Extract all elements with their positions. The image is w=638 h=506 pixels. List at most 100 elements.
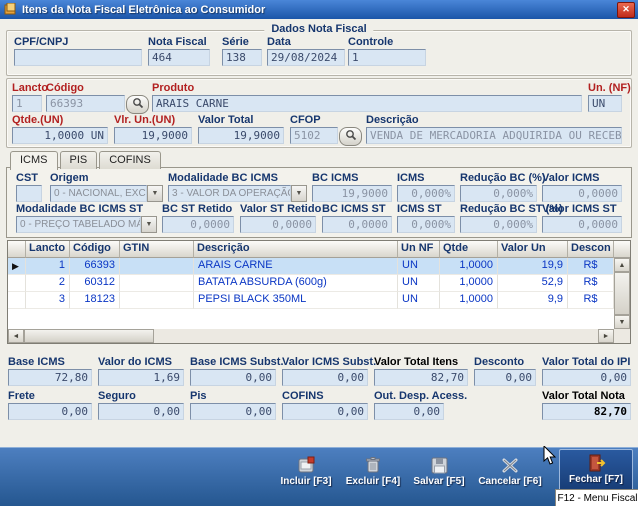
controle-input[interactable]: 1	[348, 49, 426, 66]
close-button[interactable]: ✕	[617, 2, 635, 18]
col-codigo[interactable]: Código	[70, 241, 120, 258]
base-icms-subst-input[interactable]: 0,00	[190, 369, 276, 386]
field-icms-st: ICMS ST 0,000%	[397, 203, 455, 233]
bc-st-retido-input[interactable]: 0,0000	[162, 216, 234, 233]
col-desconto[interactable]: Descon	[568, 241, 614, 258]
field-label: CST	[16, 172, 38, 184]
produto-input[interactable]: ARAIS CARNE	[152, 95, 582, 112]
cell-valor-un: 9,9	[498, 292, 568, 309]
scroll-right-icon[interactable]: ►	[598, 329, 614, 343]
desconto-input[interactable]: 0,00	[474, 369, 536, 386]
tab-icms[interactable]: ICMS	[10, 151, 58, 170]
qtde-input[interactable]: 1,0000 UN	[12, 127, 108, 144]
cell-un-nf: UN	[398, 275, 440, 292]
col-un-nf[interactable]: Un NF	[398, 241, 440, 258]
cell-desconto: R$	[568, 292, 614, 309]
valor-icms-subst-input[interactable]: 0,00	[282, 369, 368, 386]
table-row[interactable]: 3 18123 PEPSI BLACK 350ML UN 1,0000 9,9 …	[8, 292, 614, 309]
cofins-input[interactable]: 0,00	[282, 403, 368, 420]
pis-input[interactable]: 0,00	[190, 403, 276, 420]
cell-descricao: ARAIS CARNE	[194, 258, 398, 275]
data-input[interactable]: 29/08/2024	[267, 49, 345, 66]
salvar-button[interactable]: Salvar [F5]	[407, 452, 471, 487]
codigo-search-button[interactable]	[126, 95, 149, 114]
frete-input[interactable]: 0,00	[8, 403, 92, 420]
icms-input[interactable]: 0,000%	[397, 185, 455, 202]
col-gtin[interactable]: GTIN	[120, 241, 194, 258]
out-desp-acess-input[interactable]: 0,00	[374, 403, 444, 420]
nota-fiscal-input[interactable]: 464	[148, 49, 210, 66]
field-label: Vlr. Un.(UN)	[114, 114, 176, 126]
vertical-scrollbar[interactable]: ▲ ▼	[614, 258, 630, 329]
col-qtde[interactable]: Qtde	[440, 241, 498, 258]
field-data: Data 29/08/2024	[267, 36, 345, 66]
incluir-button[interactable]: Incluir [F3]	[274, 452, 338, 487]
un-nf-input[interactable]: UN	[588, 95, 622, 112]
button-label: Incluir [F3]	[280, 476, 332, 487]
scrollbar-thumb[interactable]	[24, 329, 154, 343]
vlr-un-input[interactable]: 19,9000	[114, 127, 192, 144]
valor-st-retido-input[interactable]: 0,0000	[240, 216, 316, 233]
cell-desconto: R$	[568, 258, 614, 275]
modalidade-bc-icms-select[interactable]: 3 - VALOR DA OPERAÇÃO ▼	[168, 185, 307, 202]
scrollbar-thumb[interactable]	[614, 272, 630, 315]
lancto-input[interactable]: 1	[12, 95, 42, 112]
field-label: Série	[222, 36, 249, 48]
col-lancto[interactable]: Lancto	[26, 241, 70, 258]
row-selector-arrow-icon: ▶	[8, 258, 26, 275]
excluir-button[interactable]: Excluir [F4]	[341, 452, 405, 487]
scroll-down-icon[interactable]: ▼	[614, 315, 630, 329]
codigo-input[interactable]: 66393	[46, 95, 125, 112]
window-title: Itens da Nota Fiscal Eletrônica ao Consu…	[22, 3, 266, 16]
cancelar-button[interactable]: Cancelar [F6]	[477, 452, 543, 487]
items-grid: Lancto Código GTIN Descrição Un NF Qtde …	[7, 240, 631, 344]
cfop-input[interactable]: 5102	[290, 127, 338, 144]
valor-icms-input[interactable]: 0,0000	[542, 185, 622, 202]
col-valor-un[interactable]: Valor Un	[498, 241, 568, 258]
seguro-input[interactable]: 0,00	[98, 403, 184, 420]
bc-icms-input[interactable]: 19,9000	[312, 185, 392, 202]
button-label: Salvar [F5]	[413, 476, 465, 487]
modalidade-bc-icms-st-select[interactable]: 0 - PREÇO TABELADO MÁXIMO ▼	[16, 216, 157, 233]
base-icms-input[interactable]: 72,80	[8, 369, 92, 386]
save-disk-icon	[428, 452, 450, 476]
origem-select[interactable]: 0 - NACIONAL, EXCETO ▼	[50, 185, 163, 202]
reducao-bc-input[interactable]: 0,000%	[460, 185, 537, 202]
valor-total-nota-input[interactable]: 82,70	[542, 403, 631, 420]
cfop-search-button[interactable]	[339, 127, 362, 146]
col-descricao[interactable]: Descrição	[194, 241, 398, 258]
reducao-bc-st-input[interactable]: 0,000%	[460, 216, 537, 233]
valor-total-itens-input[interactable]: 82,70	[374, 369, 468, 386]
table-row[interactable]: 2 60312 BATATA ABSURDA (600g) UN 1,0000 …	[8, 275, 614, 292]
valor-do-icms-input[interactable]: 1,69	[98, 369, 184, 386]
valor-total-item-input[interactable]: 19,9000	[198, 127, 284, 144]
field-label: Valor ICMS Subst.	[282, 356, 377, 368]
cell-valor-un: 52,9	[498, 275, 568, 292]
cst-input[interactable]	[16, 185, 42, 202]
bc-icms-st-input[interactable]: 0,0000	[322, 216, 392, 233]
field-label: Lancto	[12, 82, 49, 94]
search-icon	[132, 96, 144, 114]
tab-pis[interactable]: PIS	[59, 151, 98, 169]
chevron-down-icon[interactable]: ▼	[141, 216, 157, 233]
chevron-down-icon[interactable]: ▼	[291, 185, 307, 202]
cell-valor-un: 19,9	[498, 258, 568, 275]
field-label: Valor ICMS	[542, 172, 600, 184]
serie-input[interactable]: 138	[222, 49, 262, 66]
cell-gtin	[120, 258, 194, 275]
field-desconto: Desconto 0,00	[474, 356, 536, 386]
descricao-cfop-input[interactable]: VENDA DE MERCADORIA ADQUIRIDA OU RECEBID…	[366, 127, 622, 144]
valor-total-ipi-input[interactable]: 0,00	[542, 369, 631, 386]
horizontal-scrollbar[interactable]: ◄ ►	[8, 329, 614, 343]
icms-st-input[interactable]: 0,000%	[397, 216, 455, 233]
valor-icms-st-input[interactable]: 0,0000	[542, 216, 622, 233]
cpf-cnpj-input[interactable]	[14, 49, 142, 66]
scroll-up-icon[interactable]: ▲	[614, 258, 630, 272]
tab-cofins[interactable]: COFINS	[99, 151, 161, 169]
field-label: Base ICMS Subst.	[190, 356, 284, 368]
scroll-left-icon[interactable]: ◄	[8, 329, 24, 343]
table-row[interactable]: ▶ 1 66393 ARAIS CARNE UN 1,0000 19,9 R$	[8, 258, 614, 275]
chevron-down-icon[interactable]: ▼	[147, 185, 163, 202]
field-qtde: Qtde.(UN) 1,0000 UN	[12, 114, 108, 144]
field-produto: Produto ARAIS CARNE	[152, 82, 582, 112]
